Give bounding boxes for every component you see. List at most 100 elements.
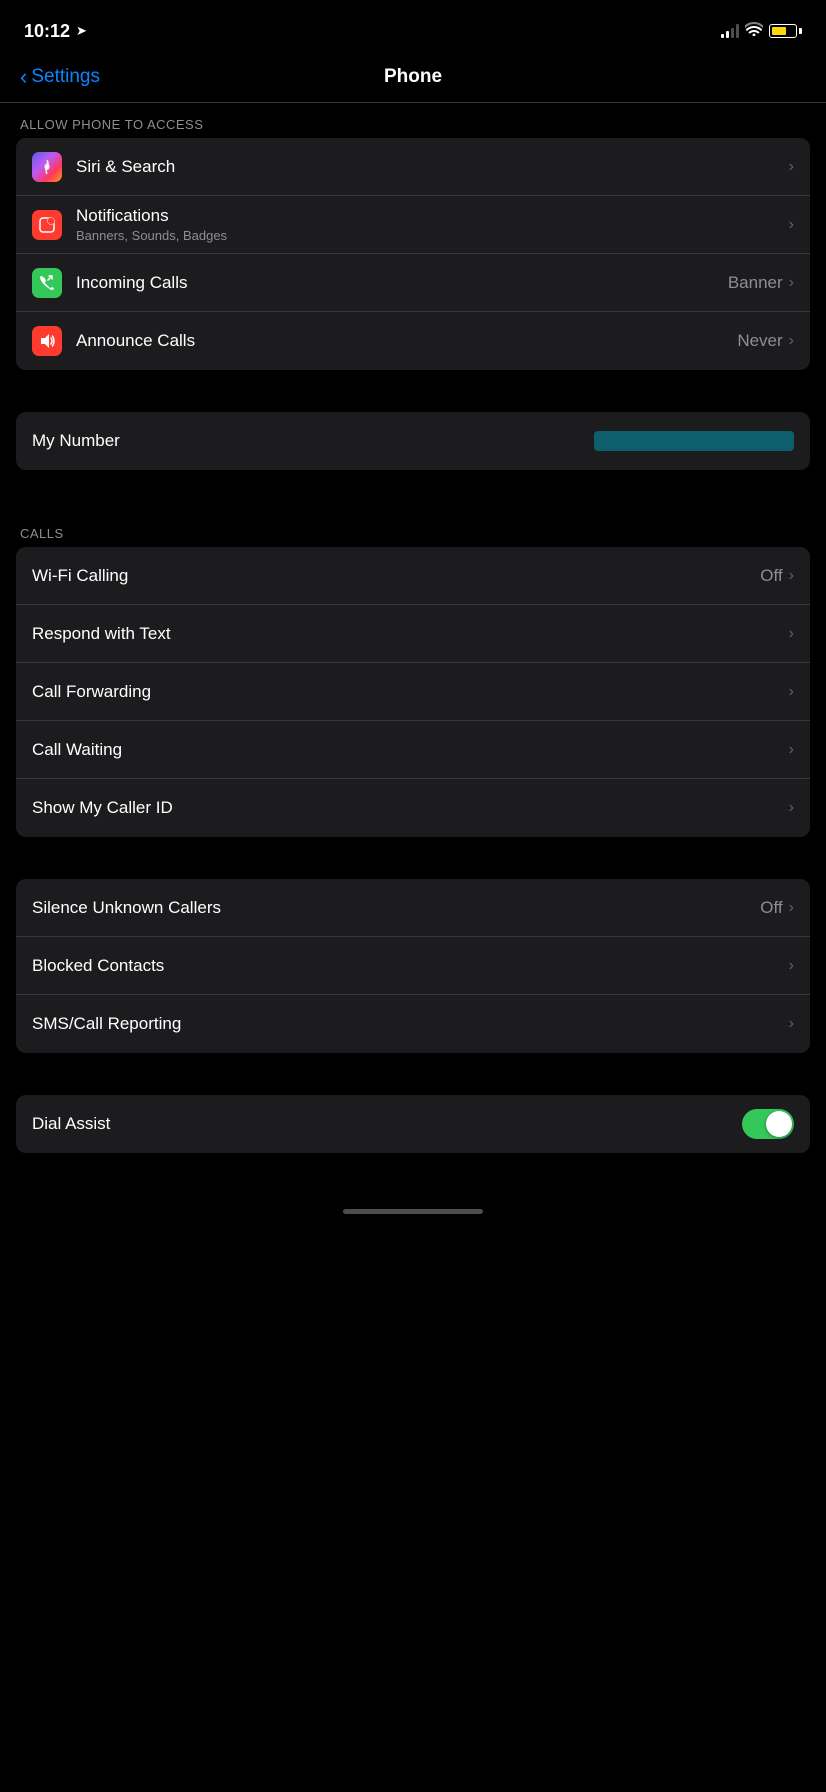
group-separator-4 [0, 1059, 826, 1095]
silence-unknown-right: Off › [760, 898, 794, 918]
chevron-right-icon: › [789, 1015, 794, 1033]
chevron-right-icon: › [789, 899, 794, 917]
siri-search-row[interactable]: Siri & Search › [16, 138, 810, 196]
call-waiting-title: Call Waiting [32, 740, 789, 760]
my-number-label: My Number [32, 431, 120, 451]
status-icons [721, 22, 802, 40]
back-chevron-icon: ‹ [20, 64, 27, 90]
notifications-content: Notifications Banners, Sounds, Badges [76, 206, 789, 243]
location-icon: ➤ [76, 23, 87, 39]
chevron-right-icon: › [789, 957, 794, 975]
nav-bar: ‹ Settings Phone [0, 56, 826, 103]
notifications-title: Notifications [76, 206, 789, 226]
siri-search-content: Siri & Search [76, 157, 789, 177]
my-number-value [594, 431, 794, 452]
announce-calls-row[interactable]: Announce Calls Never › [16, 312, 810, 370]
chevron-right-icon: › [789, 274, 794, 292]
more-settings-group: Silence Unknown Callers Off › Blocked Co… [16, 879, 810, 1053]
notifications-subtitle: Banners, Sounds, Badges [76, 228, 789, 243]
sms-call-reporting-right: › [789, 1015, 794, 1033]
allow-phone-group: Siri & Search › Notifications Banners, S… [16, 138, 810, 370]
group-separator-3 [0, 843, 826, 879]
respond-with-text-title: Respond with Text [32, 624, 789, 644]
dial-assist-title: Dial Assist [32, 1114, 110, 1134]
dial-assist-row[interactable]: Dial Assist [16, 1095, 810, 1153]
page-title: Phone [384, 66, 442, 88]
show-caller-id-content: Show My Caller ID [32, 798, 789, 818]
call-waiting-row[interactable]: Call Waiting › [16, 721, 810, 779]
notifications-icon [32, 210, 62, 240]
siri-search-right: › [789, 158, 794, 176]
home-bar [343, 1209, 483, 1214]
group-separator-2 [0, 476, 826, 512]
incoming-calls-row[interactable]: Incoming Calls Banner › [16, 254, 810, 312]
call-waiting-content: Call Waiting [32, 740, 789, 760]
notifications-row[interactable]: Notifications Banners, Sounds, Badges › [16, 196, 810, 254]
my-number-row[interactable]: My Number [16, 412, 810, 470]
wifi-calling-title: Wi-Fi Calling [32, 566, 760, 586]
toggle-knob [766, 1111, 792, 1137]
chevron-right-icon: › [789, 625, 794, 643]
incoming-calls-right: Banner › [728, 273, 794, 293]
bottom-spacer [0, 1153, 826, 1193]
show-caller-id-title: Show My Caller ID [32, 798, 789, 818]
sms-call-reporting-row[interactable]: SMS/Call Reporting › [16, 995, 810, 1053]
show-caller-id-row[interactable]: Show My Caller ID › [16, 779, 810, 837]
incoming-calls-icon [32, 268, 62, 298]
chevron-right-icon: › [789, 332, 794, 350]
silence-unknown-content: Silence Unknown Callers [32, 898, 760, 918]
home-indicator [0, 1193, 826, 1222]
wifi-calling-content: Wi-Fi Calling [32, 566, 760, 586]
respond-with-text-right: › [789, 625, 794, 643]
silence-unknown-value: Off [760, 898, 782, 918]
notifications-right: › [789, 216, 794, 234]
back-button[interactable]: ‹ Settings [20, 65, 100, 90]
call-waiting-right: › [789, 741, 794, 759]
sms-call-reporting-content: SMS/Call Reporting [32, 1014, 789, 1034]
blocked-contacts-row[interactable]: Blocked Contacts › [16, 937, 810, 995]
announce-calls-right: Never › [737, 331, 794, 351]
announce-calls-title: Announce Calls [76, 331, 737, 351]
announce-calls-content: Announce Calls [76, 331, 737, 351]
wifi-calling-right: Off › [760, 566, 794, 586]
siri-search-title: Siri & Search [76, 157, 789, 177]
chevron-right-icon: › [789, 741, 794, 759]
calls-group: Wi-Fi Calling Off › Respond with Text › … [16, 547, 810, 837]
respond-with-text-row[interactable]: Respond with Text › [16, 605, 810, 663]
call-forwarding-content: Call Forwarding [32, 682, 789, 702]
back-label: Settings [31, 66, 100, 88]
blocked-contacts-content: Blocked Contacts [32, 956, 789, 976]
incoming-calls-title: Incoming Calls [76, 273, 728, 293]
chevron-right-icon: › [789, 683, 794, 701]
allow-phone-header: ALLOW PHONE TO ACCESS [0, 103, 826, 138]
announce-calls-value: Never [737, 331, 782, 351]
show-caller-id-right: › [789, 799, 794, 817]
respond-with-text-content: Respond with Text [32, 624, 789, 644]
calls-header: CALLS [0, 512, 826, 547]
wifi-calling-value: Off [760, 566, 782, 586]
announce-calls-icon [32, 326, 62, 356]
call-forwarding-right: › [789, 683, 794, 701]
status-bar: 10:12 ➤ [0, 0, 826, 56]
incoming-calls-value: Banner [728, 273, 783, 293]
chevron-right-icon: › [789, 799, 794, 817]
battery-icon [769, 24, 802, 38]
wifi-icon [745, 22, 763, 40]
redacted-number [594, 431, 794, 451]
chevron-right-icon: › [789, 216, 794, 234]
blocked-contacts-title: Blocked Contacts [32, 956, 789, 976]
incoming-calls-content: Incoming Calls [76, 273, 728, 293]
chevron-right-icon: › [789, 158, 794, 176]
call-forwarding-row[interactable]: Call Forwarding › [16, 663, 810, 721]
chevron-right-icon: › [789, 567, 794, 585]
signal-icon [721, 24, 739, 38]
call-forwarding-title: Call Forwarding [32, 682, 789, 702]
silence-unknown-title: Silence Unknown Callers [32, 898, 760, 918]
dial-assist-toggle[interactable] [742, 1109, 794, 1139]
silence-unknown-row[interactable]: Silence Unknown Callers Off › [16, 879, 810, 937]
siri-icon [32, 152, 62, 182]
sms-call-reporting-title: SMS/Call Reporting [32, 1014, 789, 1034]
status-time: 10:12 [24, 21, 70, 42]
blocked-contacts-right: › [789, 957, 794, 975]
wifi-calling-row[interactable]: Wi-Fi Calling Off › [16, 547, 810, 605]
